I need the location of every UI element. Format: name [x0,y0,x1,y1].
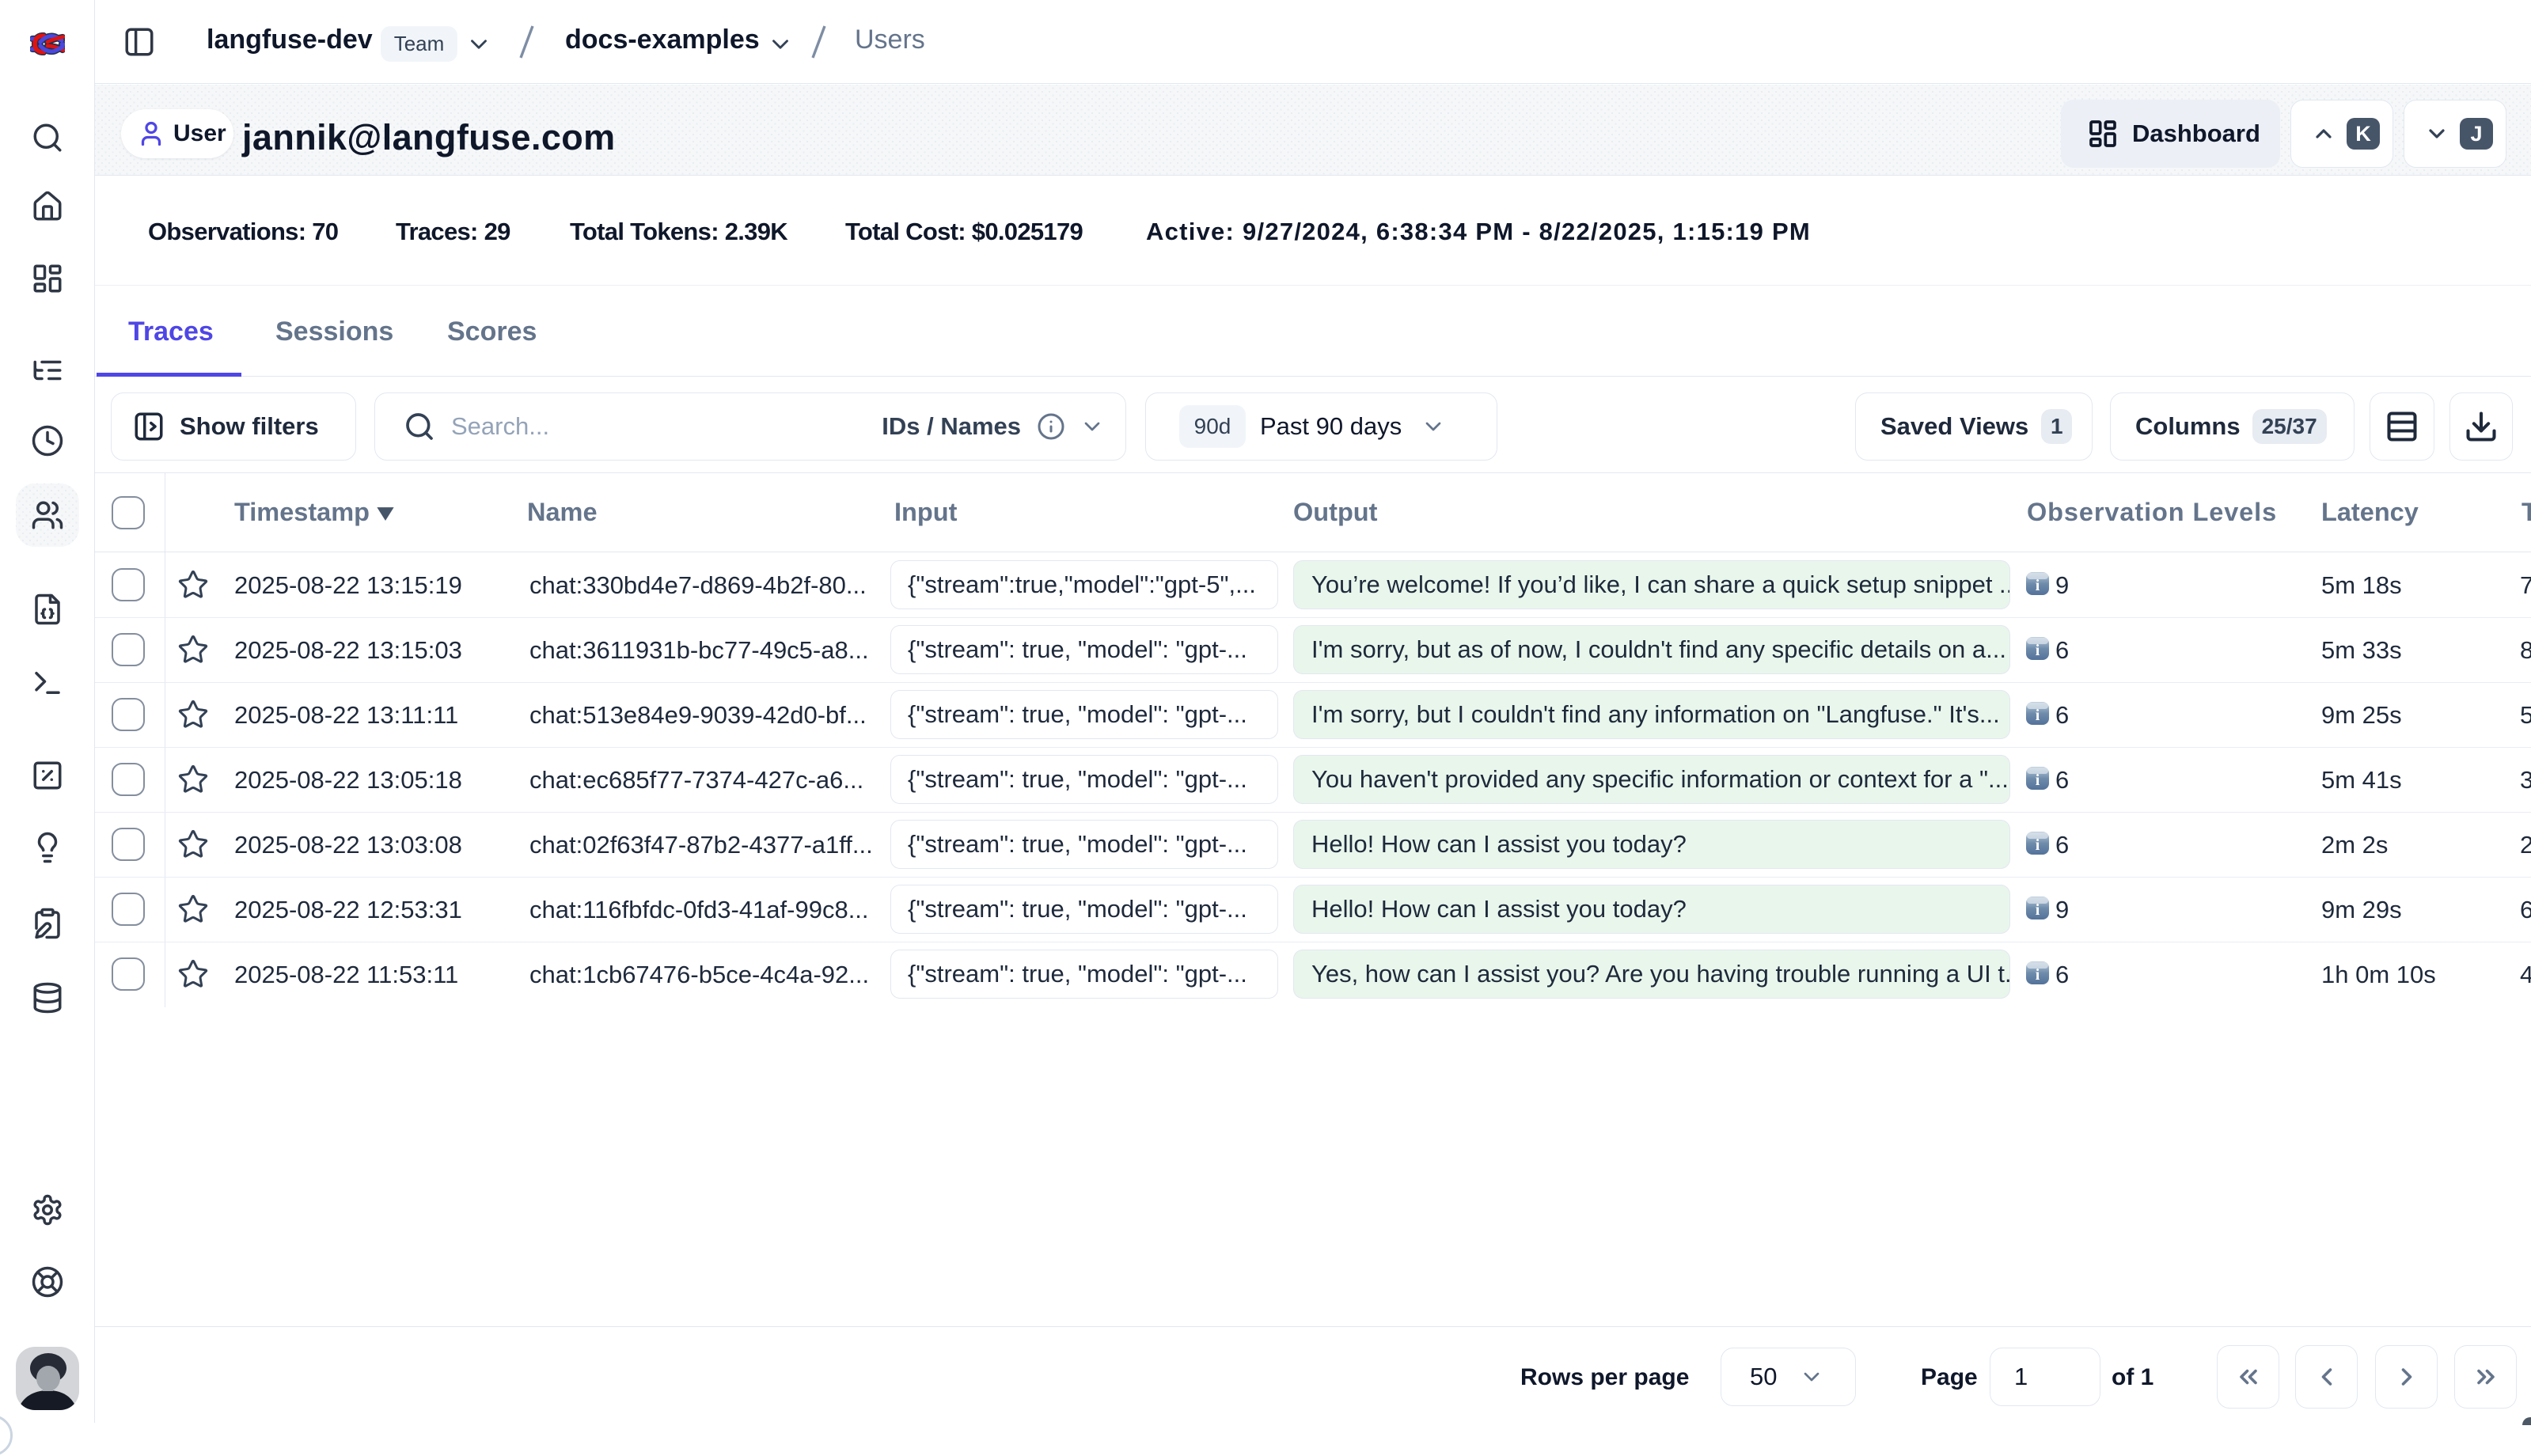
svg-text:i: i [2036,707,2040,724]
svg-text:i: i [2036,772,2040,789]
svg-text:i: i [2036,642,2040,659]
svg-text:i: i [2036,836,2040,854]
svg-text:i: i [2036,966,2040,984]
svg-text:i: i [2036,577,2040,594]
svg-text:i: i [2036,901,2040,919]
